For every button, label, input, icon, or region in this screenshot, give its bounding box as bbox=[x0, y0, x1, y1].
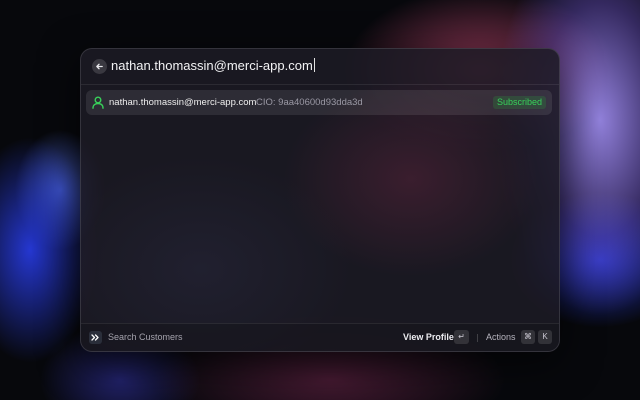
command-palette-window: nathan.thomassin@merci-app.com nathan.th… bbox=[80, 48, 560, 352]
back-button[interactable] bbox=[92, 59, 107, 74]
logo-mark bbox=[91, 334, 99, 341]
action-bar: Search Customers View Profile ↵ Actions … bbox=[81, 323, 559, 351]
customer-cio-id: CIO: 9aa40600d93dda3d bbox=[256, 97, 363, 108]
search-query: nathan.thomassin@merci-app.com bbox=[111, 58, 313, 73]
divider bbox=[477, 334, 478, 342]
view-profile-button[interactable]: View Profile bbox=[403, 332, 454, 342]
text-caret bbox=[313, 58, 315, 72]
list-item[interactable]: nathan.thomassin@merci-app.com CIO: 9aa4… bbox=[86, 90, 552, 115]
actions-button[interactable]: Actions bbox=[486, 332, 516, 342]
customerio-logo-icon bbox=[89, 331, 102, 344]
arrow-left-icon bbox=[96, 63, 103, 70]
user-icon bbox=[92, 96, 104, 109]
command-key-hint: ⌘ bbox=[521, 330, 535, 344]
search-input[interactable]: nathan.thomassin@merci-app.com bbox=[111, 58, 315, 73]
enter-key-hint: ↵ bbox=[454, 330, 469, 344]
extension-title: Search Customers bbox=[108, 332, 183, 342]
status-badge: Subscribed bbox=[492, 96, 546, 109]
customer-email: nathan.thomassin@merci-app.com bbox=[109, 97, 257, 108]
k-key-hint: K bbox=[538, 330, 552, 344]
search-bar: nathan.thomassin@merci-app.com bbox=[81, 49, 559, 85]
